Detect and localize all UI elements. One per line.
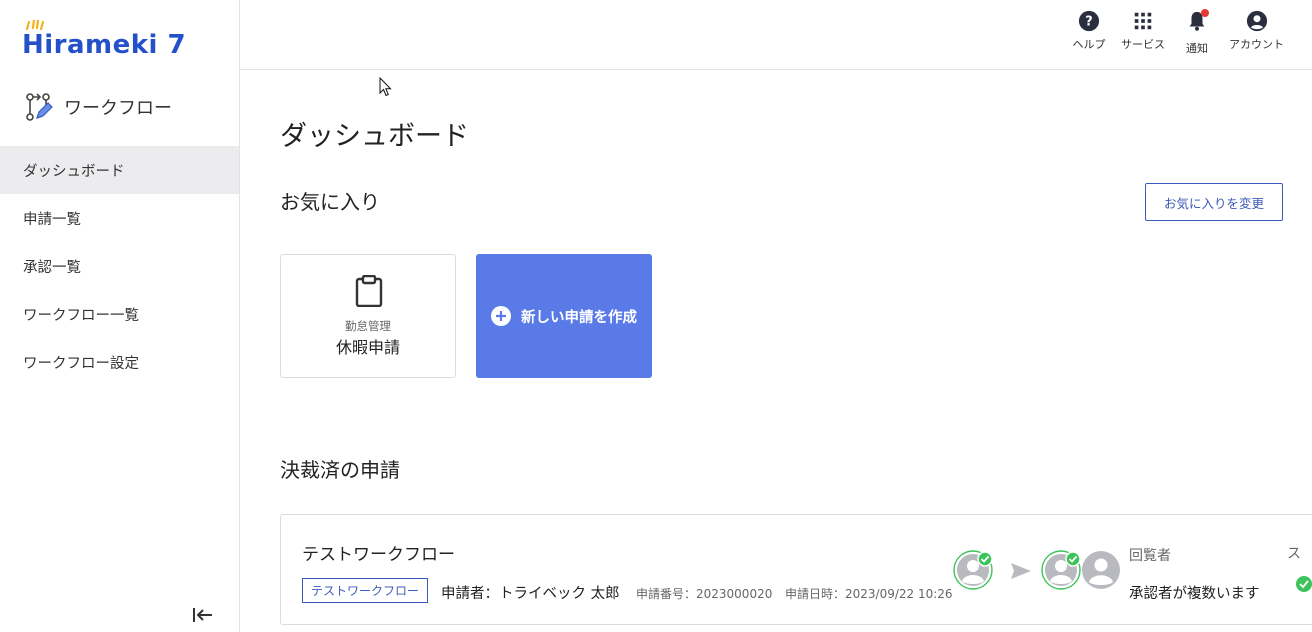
favorites-heading: お気に入り	[280, 190, 380, 214]
logo-crown-icon	[25, 20, 45, 30]
viewer-heading: 回覧者	[1129, 548, 1171, 564]
sidebar-item-label: 申請一覧	[23, 211, 81, 228]
plus-circle-icon	[491, 306, 511, 326]
collapse-left-icon	[193, 608, 212, 622]
viewer-avatar	[1082, 551, 1120, 589]
change-favorites-button[interactable]: お気に入りを変更	[1145, 183, 1283, 221]
favorite-card-category: 勤怠管理	[345, 319, 391, 333]
sidebar: Hirameki 7 ワークフロー ダッシュボード 申請一覧 承認一覧 ワークフ…	[0, 0, 240, 632]
mouse-cursor-icon	[379, 77, 392, 97]
app-title[interactable]: ワークフロー	[24, 90, 172, 124]
new-request-button[interactable]: 新しい申請を作成	[476, 254, 652, 378]
request-datetime: 申請日時：2023/09/22 10:26	[785, 587, 953, 601]
sidebar-item-dashboard[interactable]: ダッシュボード	[0, 146, 239, 194]
status-check-icon	[1296, 576, 1312, 592]
svg-text:?: ?	[1085, 15, 1092, 30]
sidebar-item-workflow-settings[interactable]: ワークフロー設定	[0, 338, 239, 386]
account-icon	[1246, 10, 1267, 32]
request-title: テストワークフロー	[302, 545, 455, 565]
request-card[interactable]: テストワークフロー テストワークフロー 申請者：トライベック 太郎 申請番号：2…	[280, 514, 1312, 625]
notifications-label: 通知	[1186, 42, 1208, 55]
app-title-label: ワークフロー	[64, 98, 172, 119]
page-title: ダッシュボード	[280, 121, 469, 152]
clipboard-icon	[355, 275, 383, 307]
approver-avatar	[1041, 550, 1081, 590]
sidebar-item-label: ワークフロー設定	[23, 355, 139, 372]
favorite-card-name: 休暇申請	[335, 338, 400, 357]
sidebar-item-label: 承認一覧	[23, 259, 81, 276]
viewer-value: 承認者が複数います	[1129, 586, 1260, 602]
status-heading: ス	[1287, 546, 1301, 562]
apps-grid-icon	[1134, 12, 1152, 30]
collapse-sidebar-button[interactable]	[190, 604, 216, 626]
account-button[interactable]: アカウント	[1229, 10, 1284, 56]
request-number: 申請番号：2023000020	[636, 587, 773, 601]
hirameki-logo[interactable]: Hirameki 7	[22, 20, 187, 60]
sidebar-nav: ダッシュボード 申請一覧 承認一覧 ワークフロー一覧 ワークフロー設定	[0, 146, 239, 386]
help-icon: ?	[1078, 10, 1100, 32]
services-label: サービス	[1121, 38, 1165, 51]
top-header: ? ヘルプ サービス 通知 アカウント	[240, 0, 1312, 70]
account-label: アカウント	[1229, 38, 1284, 51]
workflow-tag[interactable]: テストワークフロー	[302, 578, 429, 603]
sidebar-item-label: ダッシュボード	[23, 163, 125, 180]
help-label: ヘルプ	[1072, 38, 1106, 51]
sidebar-item-approvals[interactable]: 承認一覧	[0, 242, 239, 290]
services-button[interactable]: サービス	[1121, 10, 1165, 56]
favorite-card[interactable]: 勤怠管理 休暇申請	[280, 254, 456, 378]
send-arrow-icon	[1011, 563, 1031, 579]
approver-avatar	[953, 550, 993, 590]
notifications-button[interactable]: 通知	[1179, 9, 1215, 56]
request-applicant: 申請者：トライベック 太郎	[441, 586, 620, 602]
header-actions: ? ヘルプ サービス 通知 アカウント	[1071, 9, 1284, 56]
notification-badge	[1201, 9, 1209, 17]
workflow-icon	[26, 93, 53, 121]
completed-requests-heading: 決裁済の申請	[280, 458, 400, 482]
help-button[interactable]: ? ヘルプ	[1071, 10, 1107, 56]
sidebar-item-label: ワークフロー一覧	[23, 307, 139, 324]
sidebar-item-workflow-list[interactable]: ワークフロー一覧	[0, 290, 239, 338]
logo-text: Hirameki 7	[22, 30, 187, 60]
new-request-label: 新しい申請を作成	[521, 309, 637, 326]
sidebar-item-applications[interactable]: 申請一覧	[0, 194, 239, 242]
